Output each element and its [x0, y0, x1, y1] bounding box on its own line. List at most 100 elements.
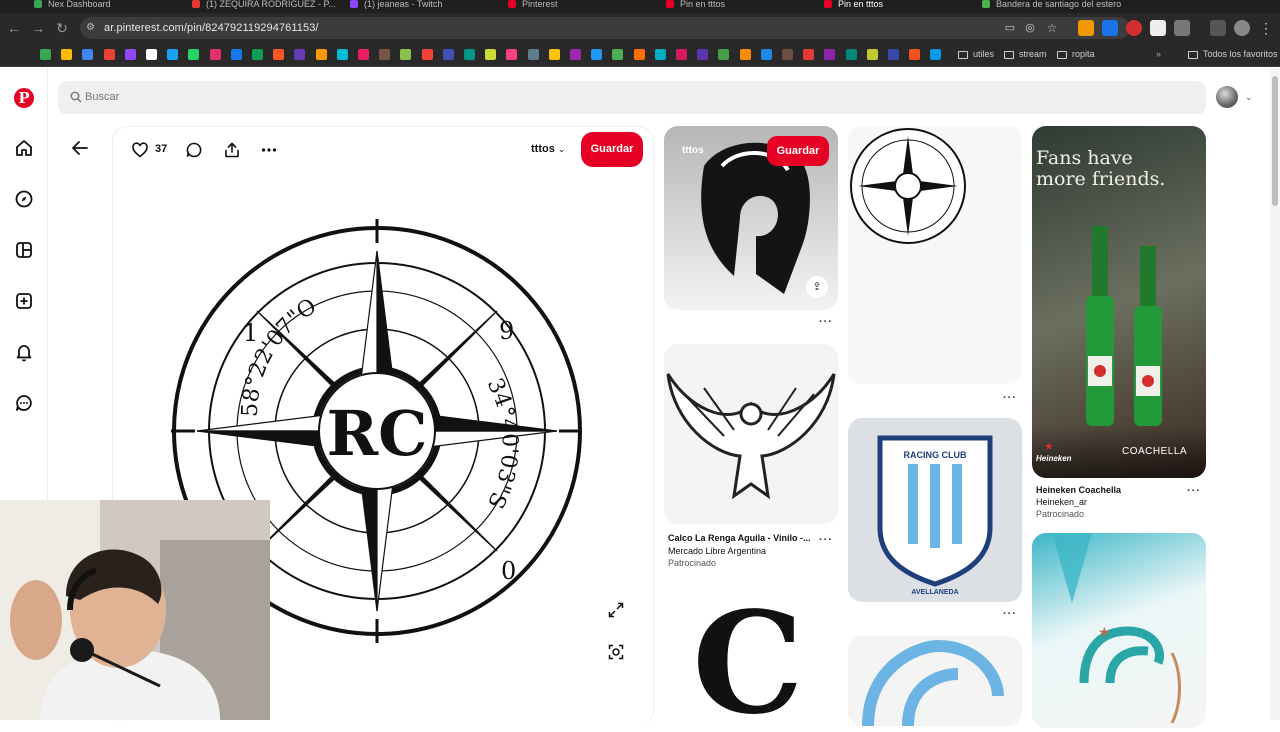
browser-tab[interactable]: (1) jeaneas - Twitch [350, 0, 500, 13]
bookmark-favicon-icon[interactable] [421, 49, 433, 60]
bookmark-favicon-icon[interactable] [230, 49, 242, 60]
bookmark-favicon-icon[interactable] [146, 49, 157, 60]
browser-tab[interactable]: Nex Dashboard [34, 0, 184, 13]
board-name[interactable]: tttos [682, 145, 704, 156]
back-button[interactable] [68, 136, 92, 160]
pin-spartan-helmet[interactable]: tttos Guardar ⇪ [664, 126, 838, 310]
pin-rc-monogram[interactable]: C [664, 582, 838, 732]
pin-source[interactable]: Mercado Libre Argentina [668, 546, 766, 556]
address-bar[interactable]: ⚙ ar.pinterest.com/pin/82479211929476115… [80, 17, 1130, 39]
browser-tab-active[interactable]: Pin en tttos [824, 0, 974, 13]
save-button[interactable]: Guardar [581, 132, 643, 167]
pin-title[interactable]: Heineken Coachella [1036, 485, 1121, 495]
bookmark-folder[interactable]: ropita [1057, 48, 1095, 61]
kebab-menu-icon[interactable]: ⋮ [1258, 20, 1274, 36]
create-plus-icon[interactable] [14, 291, 34, 311]
heart-icon[interactable] [131, 141, 149, 159]
bookmark-favicon-icon[interactable] [485, 49, 497, 60]
eye-off-icon[interactable]: ◎ [1022, 20, 1038, 36]
bookmark-favicon-icon[interactable] [718, 49, 730, 60]
pin-racing-club-crest[interactable]: RACING CLUB AVELLANEDA [848, 418, 1022, 602]
account-chevron-down-icon[interactable]: ⌄ [1245, 92, 1253, 103]
reload-icon[interactable]: ↻ [54, 20, 70, 36]
bookmark-favicon-icon[interactable] [782, 49, 793, 60]
bookmark-favicon-icon[interactable] [760, 49, 772, 60]
bookmark-favicon-icon[interactable] [315, 49, 327, 60]
more-options-icon[interactable] [260, 141, 278, 159]
pinterest-logo-icon[interactable]: P [14, 88, 34, 108]
bookmark-favicon-icon[interactable] [209, 49, 221, 60]
comment-icon[interactable] [185, 141, 203, 159]
visual-search-icon[interactable] [607, 643, 625, 661]
bookmark-favicon-icon[interactable] [379, 49, 391, 60]
puzzle-icon[interactable] [1174, 20, 1190, 36]
bookmark-favicon-icon[interactable] [739, 49, 751, 60]
all-bookmarks-folder[interactable]: Todos los favoritos [1188, 48, 1278, 61]
bookmark-favicon-icon[interactable] [167, 49, 179, 60]
bookmark-favicon-icon[interactable] [909, 49, 921, 60]
bookmark-favicon-icon[interactable] [591, 49, 603, 60]
extension-icon[interactable] [1078, 20, 1094, 36]
bookmark-favicon-icon[interactable] [61, 49, 73, 60]
back-arrow-icon[interactable]: ← [6, 20, 22, 36]
cast-icon[interactable]: ▭ [1002, 20, 1018, 36]
browser-tab[interactable]: Pinterest [508, 0, 658, 13]
more-options-icon[interactable]: ··· [819, 534, 833, 546]
browser-tab[interactable]: Bandera de santiago del estero [982, 0, 1182, 13]
bookmark-favicon-icon[interactable] [40, 49, 51, 60]
pin-compass-small[interactable] [848, 126, 1022, 384]
save-button[interactable]: Guardar [767, 136, 829, 166]
bookmark-favicon-icon[interactable] [676, 49, 687, 60]
pin-rc-jersey[interactable]: ★ [1032, 533, 1206, 728]
bookmark-favicon-icon[interactable] [548, 49, 560, 60]
bookmark-favicon-icon[interactable] [188, 49, 200, 60]
board-selector[interactable]: tttos ⌄ [531, 143, 565, 155]
profile-icon[interactable] [1234, 20, 1250, 36]
bookmark-favicon-icon[interactable] [124, 49, 136, 60]
browser-tab[interactable]: Pin en tttos [666, 0, 816, 13]
expand-icon[interactable] [607, 601, 625, 619]
bookmark-favicon-icon[interactable] [866, 49, 878, 60]
more-options-icon[interactable]: ··· [1187, 485, 1201, 497]
more-options-icon[interactable]: ··· [819, 316, 833, 328]
pin-eagle-decal[interactable] [664, 344, 838, 524]
page-scrollbar[interactable] [1270, 68, 1280, 720]
notifications-bell-icon[interactable] [14, 342, 34, 362]
explore-compass-icon[interactable] [14, 189, 34, 209]
extension-icon[interactable] [1150, 20, 1166, 36]
bookmark-favicon-icon[interactable] [294, 49, 306, 60]
boards-icon[interactable] [14, 240, 34, 260]
star-icon[interactable]: ☆ [1044, 20, 1060, 36]
bookmark-favicon-icon[interactable] [506, 49, 518, 60]
pin-source[interactable]: Heineken_ar [1036, 497, 1087, 507]
forward-arrow-icon[interactable]: → [30, 20, 46, 36]
bookmark-folder[interactable]: utiles [958, 48, 994, 61]
more-options-icon[interactable]: ··· [1003, 608, 1017, 620]
pin-heineken-ad[interactable]: Fans have more friends. ★ Heineken COACHE… [1032, 126, 1206, 478]
pin-title[interactable]: Calco La Renga Aguila - Vinilo -... [668, 533, 811, 543]
bookmark-favicon-icon[interactable] [824, 49, 836, 60]
share-icon[interactable] [223, 141, 241, 159]
bookmark-favicon-icon[interactable] [273, 49, 285, 60]
bookmark-favicon-icon[interactable] [464, 49, 475, 60]
extension-icon[interactable] [1102, 20, 1118, 36]
site-info-icon[interactable]: ⚙ [86, 22, 98, 34]
bookmark-favicon-icon[interactable] [654, 49, 666, 60]
bookmarks-overflow-chevron-icon[interactable]: » [1156, 48, 1161, 61]
bookmark-favicon-icon[interactable] [400, 49, 412, 60]
share-icon[interactable]: ⇪ [806, 276, 828, 298]
bookmark-favicon-icon[interactable] [570, 49, 581, 60]
bookmark-favicon-icon[interactable] [803, 49, 815, 60]
avatar[interactable] [1216, 86, 1238, 108]
media-icon[interactable] [1210, 20, 1226, 36]
bookmark-favicon-icon[interactable] [336, 49, 348, 60]
more-options-icon[interactable]: ··· [1003, 392, 1017, 404]
messages-icon[interactable] [14, 393, 34, 413]
home-icon[interactable] [14, 138, 34, 158]
bookmark-favicon-icon[interactable] [845, 49, 857, 60]
search-input[interactable]: Buscar [58, 81, 1206, 114]
record-icon[interactable] [1126, 20, 1142, 36]
browser-tab[interactable]: (1) ZEQUIRA RODRIGUEZ - P... [192, 0, 342, 13]
pin-rc-blue-monogram[interactable] [848, 636, 1022, 726]
bookmark-folder[interactable]: stream [1004, 48, 1047, 61]
